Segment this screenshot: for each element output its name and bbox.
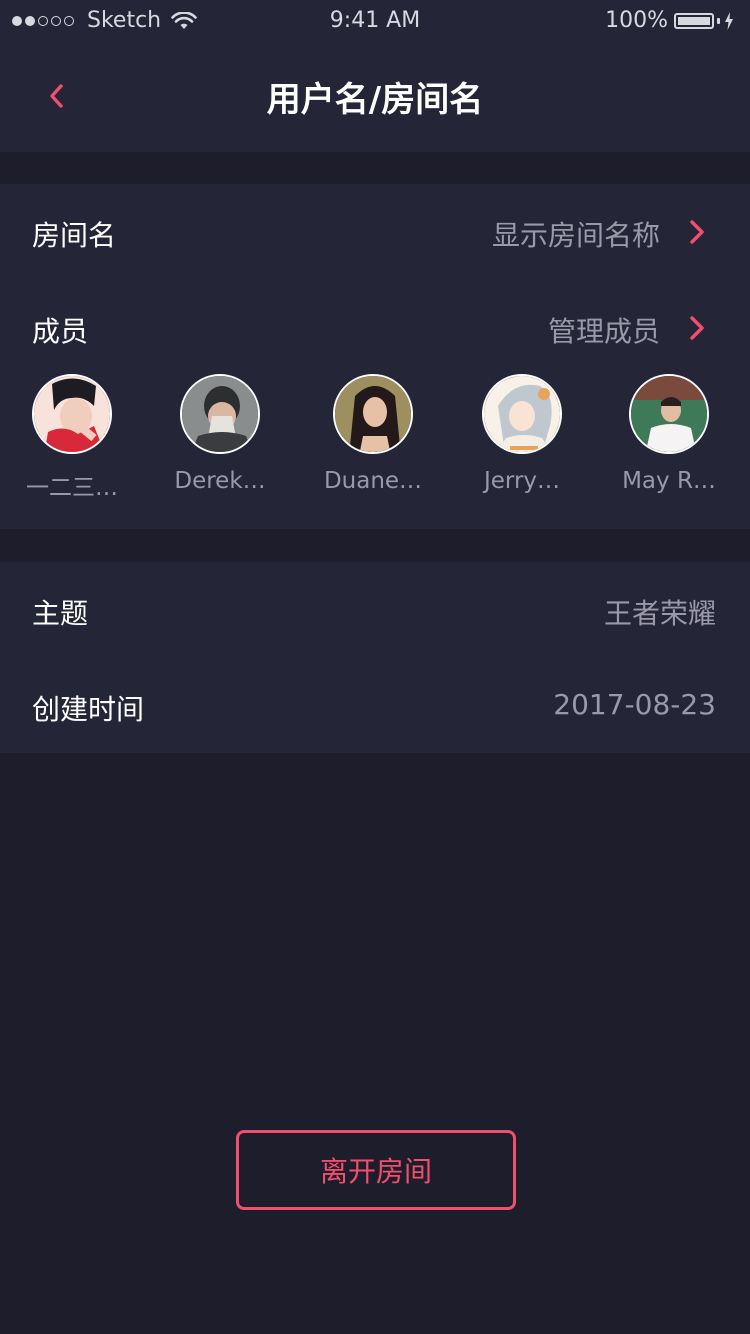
status-bar: Sketch 9:41 AM 100% <box>0 0 750 40</box>
status-right: 100% <box>605 8 734 33</box>
theme-label: 主题 <box>32 597 89 630</box>
created-time-label: 创建时间 <box>32 693 145 726</box>
member-name: May R… <box>622 468 716 494</box>
member-name: 一二三… <box>26 475 118 501</box>
theme-value: 王者荣耀 <box>603 597 716 630</box>
member-list: 一二三… Derek… Duane… Jerry… May R… <box>0 374 750 504</box>
created-time-row: 创建时间 2017-08-23 <box>0 658 750 754</box>
room-detail-section: 主题 王者荣耀 创建时间 2017-08-23 <box>0 562 750 753</box>
theme-row: 主题 王者荣耀 <box>0 562 750 658</box>
charging-bolt-icon <box>725 11 733 30</box>
room-name-row[interactable]: 房间名 显示房间名称 <box>0 184 750 280</box>
members-row[interactable]: 成员 管理成员 <box>0 280 750 376</box>
battery-icon <box>674 11 720 31</box>
member-item[interactable]: Derek… <box>150 374 290 504</box>
page-title: 用户名/房间名 <box>266 80 484 120</box>
avatar[interactable] <box>629 374 709 454</box>
chevron-right-icon <box>690 316 704 340</box>
room-info-section: 房间名 显示房间名称 成员 管理成员 一二三… Derek… Duane… Je… <box>0 184 750 529</box>
member-item[interactable]: Jerry… <box>452 374 592 504</box>
avatar[interactable] <box>333 374 413 454</box>
created-time-value: 2017-08-23 <box>553 688 716 721</box>
avatar[interactable] <box>482 374 562 454</box>
avatar[interactable] <box>180 374 260 454</box>
member-item[interactable]: 一二三… <box>2 374 142 504</box>
chevron-right-icon <box>690 220 704 244</box>
member-item[interactable]: May R… <box>599 374 739 504</box>
member-name: Jerry… <box>483 468 561 494</box>
leave-room-label: 离开房间 <box>319 1155 432 1188</box>
room-name-label: 房间名 <box>32 219 117 252</box>
room-name-value: 显示房间名称 <box>491 219 660 252</box>
members-label: 成员 <box>32 315 89 348</box>
manage-members-link[interactable]: 管理成员 <box>548 310 660 350</box>
member-name: Derek… <box>174 468 266 494</box>
member-item[interactable]: Duane… <box>303 374 443 504</box>
member-name: Duane… <box>323 468 423 494</box>
battery-percent: 100% <box>605 8 668 33</box>
leave-room-button[interactable]: 离开房间 <box>236 1130 516 1210</box>
avatar[interactable] <box>32 374 112 454</box>
nav-bar: 用户名/房间名 <box>0 40 750 152</box>
